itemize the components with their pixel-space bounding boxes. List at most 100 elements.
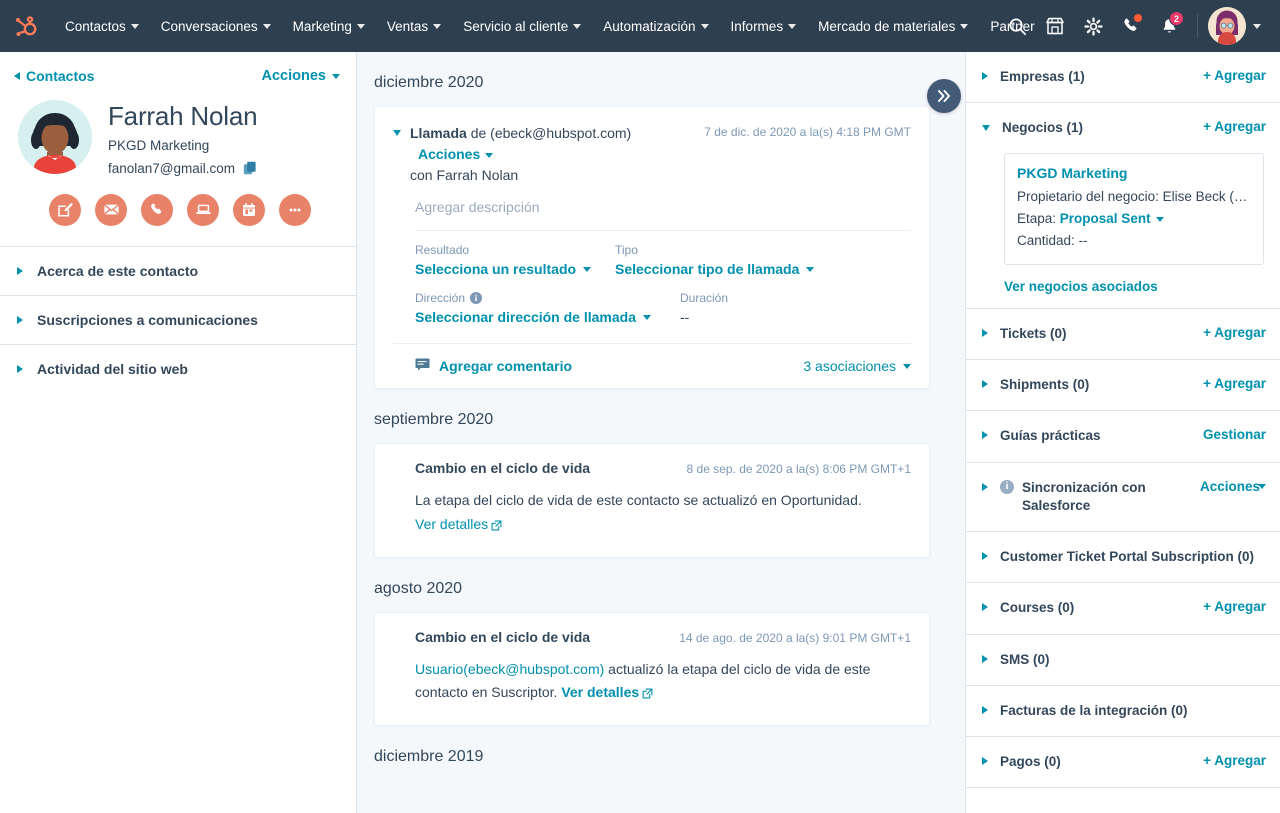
chevron-down-icon	[960, 23, 969, 29]
right-section-deals: Negocios (1) + Agregar PKGD Marketing Pr…	[966, 103, 1280, 310]
right-section-customer-ticket-portal[interactable]: Customer Ticket Portal Subscription (0)	[966, 532, 1280, 584]
right-section-integration-invoices[interactable]: Facturas de la integración (0)	[966, 686, 1280, 737]
contact-email: fanolan7@gmail.com	[108, 160, 236, 176]
add-course-button[interactable]: + Agregar	[1203, 599, 1266, 614]
call-fields: Resultado Selecciona un resultado Tipo S…	[393, 231, 911, 339]
lifecycle-timestamp: 14 de ago. de 2020 a la(s) 9:01 PM GMT+1	[679, 630, 911, 645]
view-details-link[interactable]: Ver detalles	[561, 684, 639, 700]
call-description-input[interactable]: Agregar descripción	[393, 186, 911, 230]
chevron-right-icon	[17, 364, 23, 373]
task-icon[interactable]	[233, 193, 265, 226]
notifications-bell-icon[interactable]: 2	[1151, 8, 1187, 44]
timeline-scroll-area[interactable]: diciembre 2020 Llamada de (ebeck@hubspot…	[357, 52, 965, 813]
add-company-button[interactable]: + Agregar	[1203, 68, 1266, 83]
salesforce-actions-wrap: Acciones	[1200, 479, 1266, 494]
contact-company: PKGD Marketing	[108, 137, 210, 153]
contact-left-sidebar: Contactos Acciones Farrah Nolan PKGD Mar…	[0, 52, 357, 813]
chevron-down-icon	[700, 23, 709, 29]
nav-label: Servicio al cliente	[463, 18, 569, 34]
lifecycle-card-header: Cambio en el ciclo de vida 8 de sep. de …	[393, 460, 911, 476]
associations-dropdown[interactable]: 3 asociaciones	[803, 358, 911, 374]
right-section-salesforce-sync[interactable]: i Sincronización con Salesforce Acciones	[966, 463, 1280, 533]
collapse-sidebar-toggle[interactable]	[927, 79, 961, 113]
hubspot-logo[interactable]	[10, 11, 40, 41]
sidebar-section-suscripciones-a-comunicaciones[interactable]: Suscripciones a comunicaciones	[0, 294, 356, 344]
add-deal-button[interactable]: + Agregar	[1203, 119, 1266, 134]
add-comment-button[interactable]: Agregar comentario	[415, 358, 572, 374]
lifecycle-title: Cambio en el ciclo de vida	[415, 628, 591, 645]
nav-item-automatizacion[interactable]: Automatización	[592, 11, 719, 42]
note-icon[interactable]	[49, 193, 81, 226]
copy-icon[interactable]	[243, 161, 257, 175]
meeting-icon[interactable]	[187, 193, 219, 226]
right-section-playbooks[interactable]: Guías prácticas Gestionar	[966, 411, 1280, 463]
right-section-payments[interactable]: Pagos (0) + Agregar	[966, 737, 1280, 789]
user-link[interactable]: Usuario(ebeck@hubspot.com)	[415, 661, 604, 677]
email-icon[interactable]	[95, 193, 127, 226]
chevron-down-icon	[1253, 23, 1261, 29]
chevron-down-icon	[262, 23, 271, 29]
right-section-courses[interactable]: Courses (0) + Agregar	[966, 583, 1280, 635]
salesforce-actions-button[interactable]: Acciones	[1200, 479, 1260, 494]
deal-stage-select[interactable]: Proposal Sent	[1060, 211, 1151, 226]
calling-icon[interactable]	[1113, 8, 1149, 44]
manage-playbooks-button[interactable]: Gestionar	[1203, 427, 1266, 442]
nav-item-informes[interactable]: Informes	[720, 11, 808, 42]
lifecycle-body: La etapa del ciclo de vida de este conta…	[393, 476, 911, 539]
call-type-select[interactable]: Seleccionar tipo de llamada	[615, 261, 815, 277]
lifecycle-body: Usuario(ebeck@hubspot.com) actualizó la …	[393, 645, 911, 708]
view-associated-deals-link[interactable]: Ver negocios asociados	[966, 265, 1280, 294]
nav-item-conversaciones[interactable]: Conversaciones	[150, 11, 282, 42]
info-icon[interactable]: i	[1000, 479, 1014, 494]
field-value-text: Seleccionar dirección de llamada	[415, 309, 636, 325]
nav-label: Conversaciones	[160, 18, 258, 34]
field-label: Tipo	[615, 243, 638, 257]
call-actions-menu[interactable]: Acciones	[418, 146, 480, 162]
right-section-companies[interactable]: Empresas (1) + Agregar	[966, 52, 1280, 104]
deal-name-link[interactable]: PKGD Marketing	[1017, 165, 1251, 181]
right-section-shipments[interactable]: Shipments (0) + Agregar	[966, 360, 1280, 412]
call-icon[interactable]	[141, 193, 173, 226]
right-section-deals-header[interactable]: Negocios (1) + Agregar	[966, 103, 1280, 153]
call-duration-value: --	[680, 309, 690, 325]
info-icon[interactable]: i	[470, 292, 483, 304]
section-title: Negocios (1)	[1002, 120, 1084, 136]
user-menu-chevron-down-icon[interactable]	[1248, 8, 1266, 44]
call-outcome-select[interactable]: Selecciona un resultado	[415, 261, 615, 277]
add-shipment-button[interactable]: + Agregar	[1203, 376, 1266, 391]
call-direction-select[interactable]: Seleccionar dirección de llamada	[415, 309, 680, 325]
right-section-sms[interactable]: SMS (0)	[966, 635, 1280, 686]
settings-gear-icon[interactable]	[1075, 8, 1111, 44]
nav-item-ventas[interactable]: Ventas	[376, 11, 452, 42]
sidebar-section-acerca-de-este-contacto[interactable]: Acerca de este contacto	[0, 245, 356, 295]
nav-item-mercado-de-materiales[interactable]: Mercado de materiales	[807, 11, 979, 42]
nav-item-contactos[interactable]: Contactos	[54, 11, 150, 42]
contact-actions-menu[interactable]: Acciones	[262, 68, 340, 84]
timeline-card-lifecycle: Cambio en el ciclo de vida 14 de ago. de…	[374, 611, 930, 727]
chevron-left-icon	[14, 72, 20, 80]
view-details-link[interactable]: Ver detalles	[415, 516, 488, 532]
collapse-card-chevron-down-icon[interactable]	[393, 130, 401, 136]
deal-card: PKGD Marketing Propietario del negocio: …	[1004, 153, 1264, 266]
add-ticket-button[interactable]: + Agregar	[1203, 325, 1266, 340]
call-field-tipo: Tipo Seleccionar tipo de llamada	[615, 243, 815, 291]
chevron-down-icon	[356, 23, 365, 29]
call-field-direccion: Dirección i Seleccionar dirección de lla…	[415, 291, 680, 339]
back-to-contacts-link[interactable]: Contactos	[14, 68, 94, 84]
user-avatar[interactable]	[1208, 7, 1246, 45]
right-section-tickets[interactable]: Tickets (0) + Agregar	[966, 309, 1280, 361]
nav-item-marketing[interactable]: Marketing	[282, 11, 376, 42]
chevron-right-icon	[982, 329, 988, 338]
sidebar-section-actividad-del-sitio-web[interactable]: Actividad del sitio web	[0, 343, 356, 393]
marketplace-icon[interactable]	[1037, 8, 1073, 44]
chevron-right-icon	[982, 603, 988, 612]
add-payment-button[interactable]: + Agregar	[1203, 753, 1266, 768]
search-icon[interactable]	[999, 8, 1035, 44]
field-value-text: Seleccionar tipo de llamada	[615, 261, 800, 277]
nav-item-servicio-al-cliente[interactable]: Servicio al cliente	[452, 11, 592, 42]
call-card-header: Llamada de (ebeck@hubspot.com) Acciones …	[393, 123, 911, 186]
call-field-duracion: Duración --	[680, 291, 728, 339]
chevron-right-icon	[982, 552, 988, 561]
lifecycle-timestamp: 8 de sep. de 2020 a la(s) 8:06 PM GMT+1	[686, 462, 911, 476]
more-icon[interactable]	[279, 193, 311, 226]
